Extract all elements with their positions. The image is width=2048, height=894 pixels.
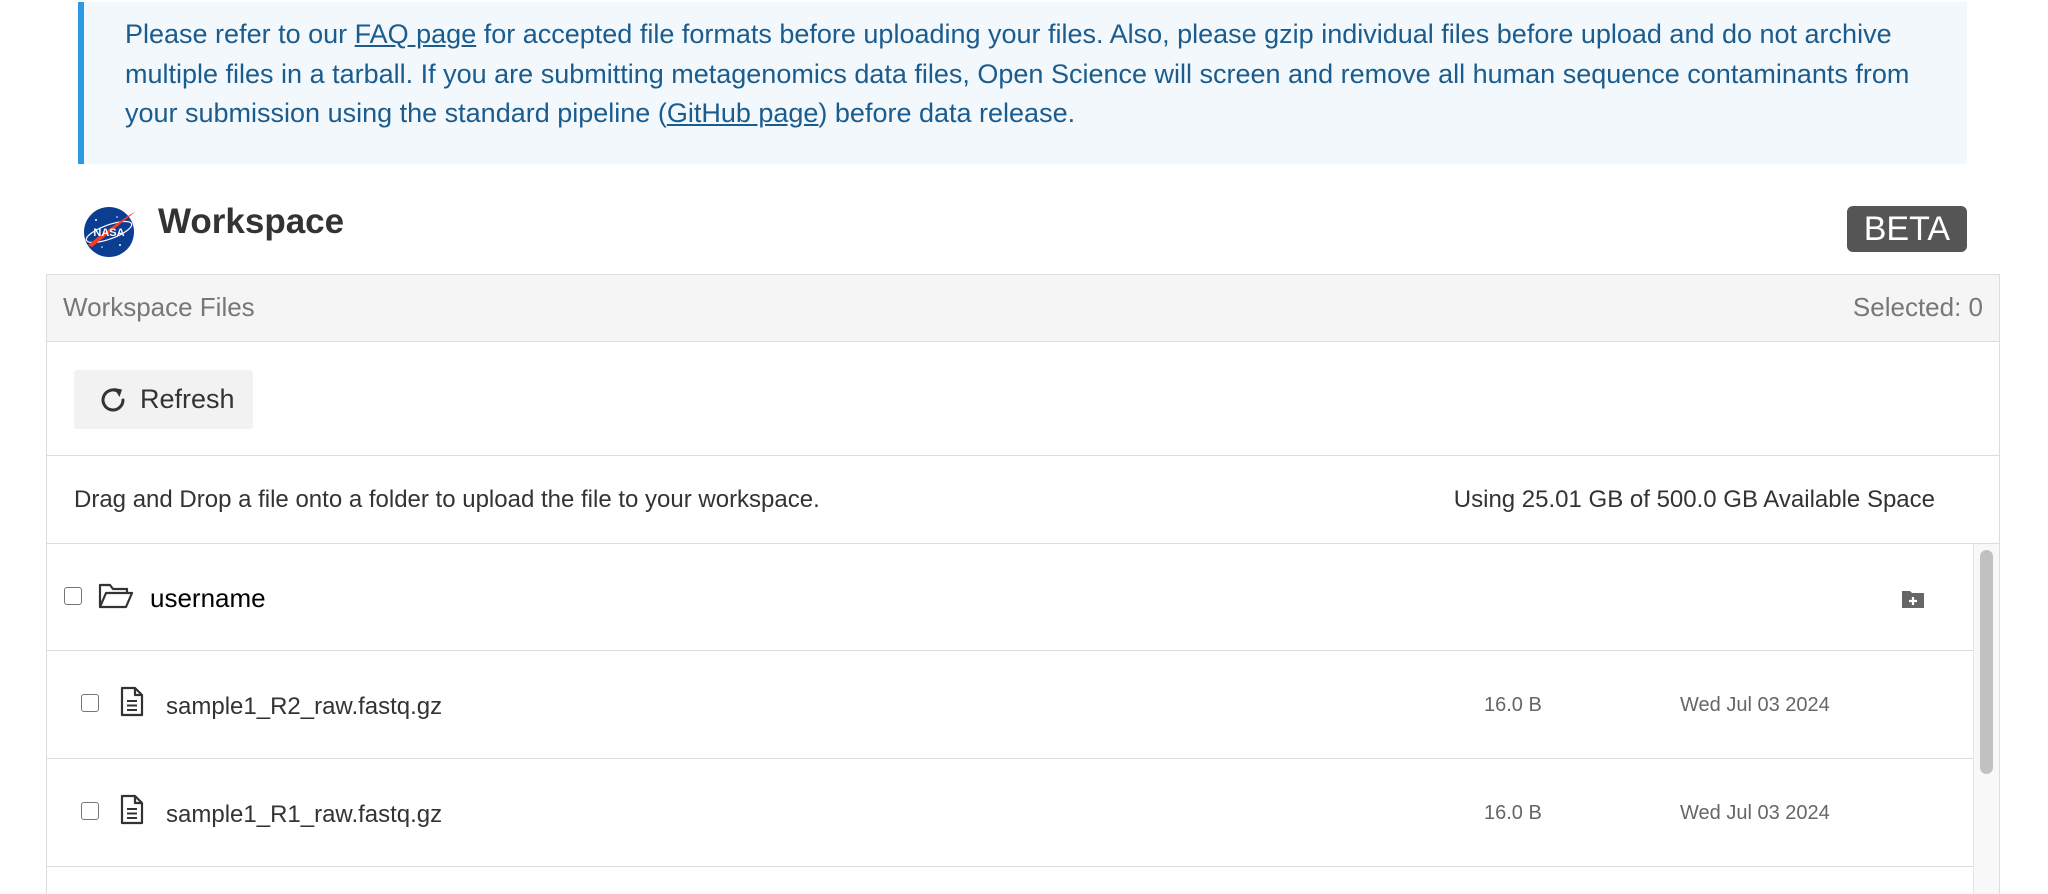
panel-title: Workspace Files [63,292,255,322]
file-date: Wed Jul 03 2024 [1680,802,1830,824]
file-size: 16.0 B [1484,802,1542,824]
upload-info-row: Drag and Drop a file onto a folder to up… [47,456,1999,544]
notice-banner: Please refer to our FAQ page for accepte… [78,2,1967,164]
notice-line-3: your submission using the standard pipel… [125,98,1076,128]
file-row-partial [47,867,1973,894]
file-size: 16.0 B [1484,694,1542,716]
notice-line-2: multiple files in a tarball. If you are … [125,58,1910,89]
file-row[interactable]: sample1_R2_raw.fastq.gz 16.0 B Wed Jul 0… [47,651,1973,759]
beta-badge: BETA [1846,206,1967,252]
refresh-icon [101,387,125,411]
file-checkbox[interactable] [81,802,99,820]
drag-drop-hint: Drag and Drop a file onto a folder to up… [74,486,820,513]
faq-link[interactable]: FAQ page [355,19,477,49]
page-title: Workspace [158,202,345,241]
notice-line-1: Please refer to our FAQ page for accepte… [125,19,1892,49]
selected-count: Selected: 0 [1852,292,1983,322]
workspace-header: NASA Workspace BETA [78,192,1967,258]
file-date: Wed Jul 03 2024 [1680,694,1830,716]
storage-usage: Using 25.01 GB of 500.0 GB Available Spa… [1453,486,1935,513]
folder-checkbox[interactable] [64,587,82,605]
file-checkbox[interactable] [81,694,99,712]
file-list[interactable]: username sample1_R2_raw.fastq.gz 16.0 B … [47,544,1999,894]
folder-row[interactable]: username [47,544,1973,651]
toolbar: Refresh [47,342,1999,456]
scrollbar-thumb[interactable] [1980,550,1993,774]
folder-name[interactable]: username [150,583,266,614]
file-text-icon [120,794,144,825]
file-list-scrollbar[interactable] [1973,544,1999,894]
file-name[interactable]: sample1_R2_raw.fastq.gz [166,693,442,721]
panel-heading: Workspace Files Selected: 0 [47,275,1999,342]
file-name[interactable]: sample1_R1_raw.fastq.gz [166,801,442,829]
workspace-files-panel: Workspace Files Selected: 0 Refresh Drag… [46,274,2000,894]
refresh-button[interactable]: Refresh [74,370,253,429]
nasa-logo: NASA [84,207,136,257]
file-text-icon [120,686,144,717]
nasa-logo-text: NASA [93,227,124,239]
github-link[interactable]: GitHub page [667,98,819,128]
refresh-label: Refresh [140,384,235,414]
folder-open-icon [98,583,134,609]
file-row[interactable]: sample1_R1_raw.fastq.gz 16.0 B Wed Jul 0… [47,759,1973,867]
new-folder-icon[interactable] [1901,589,1925,609]
